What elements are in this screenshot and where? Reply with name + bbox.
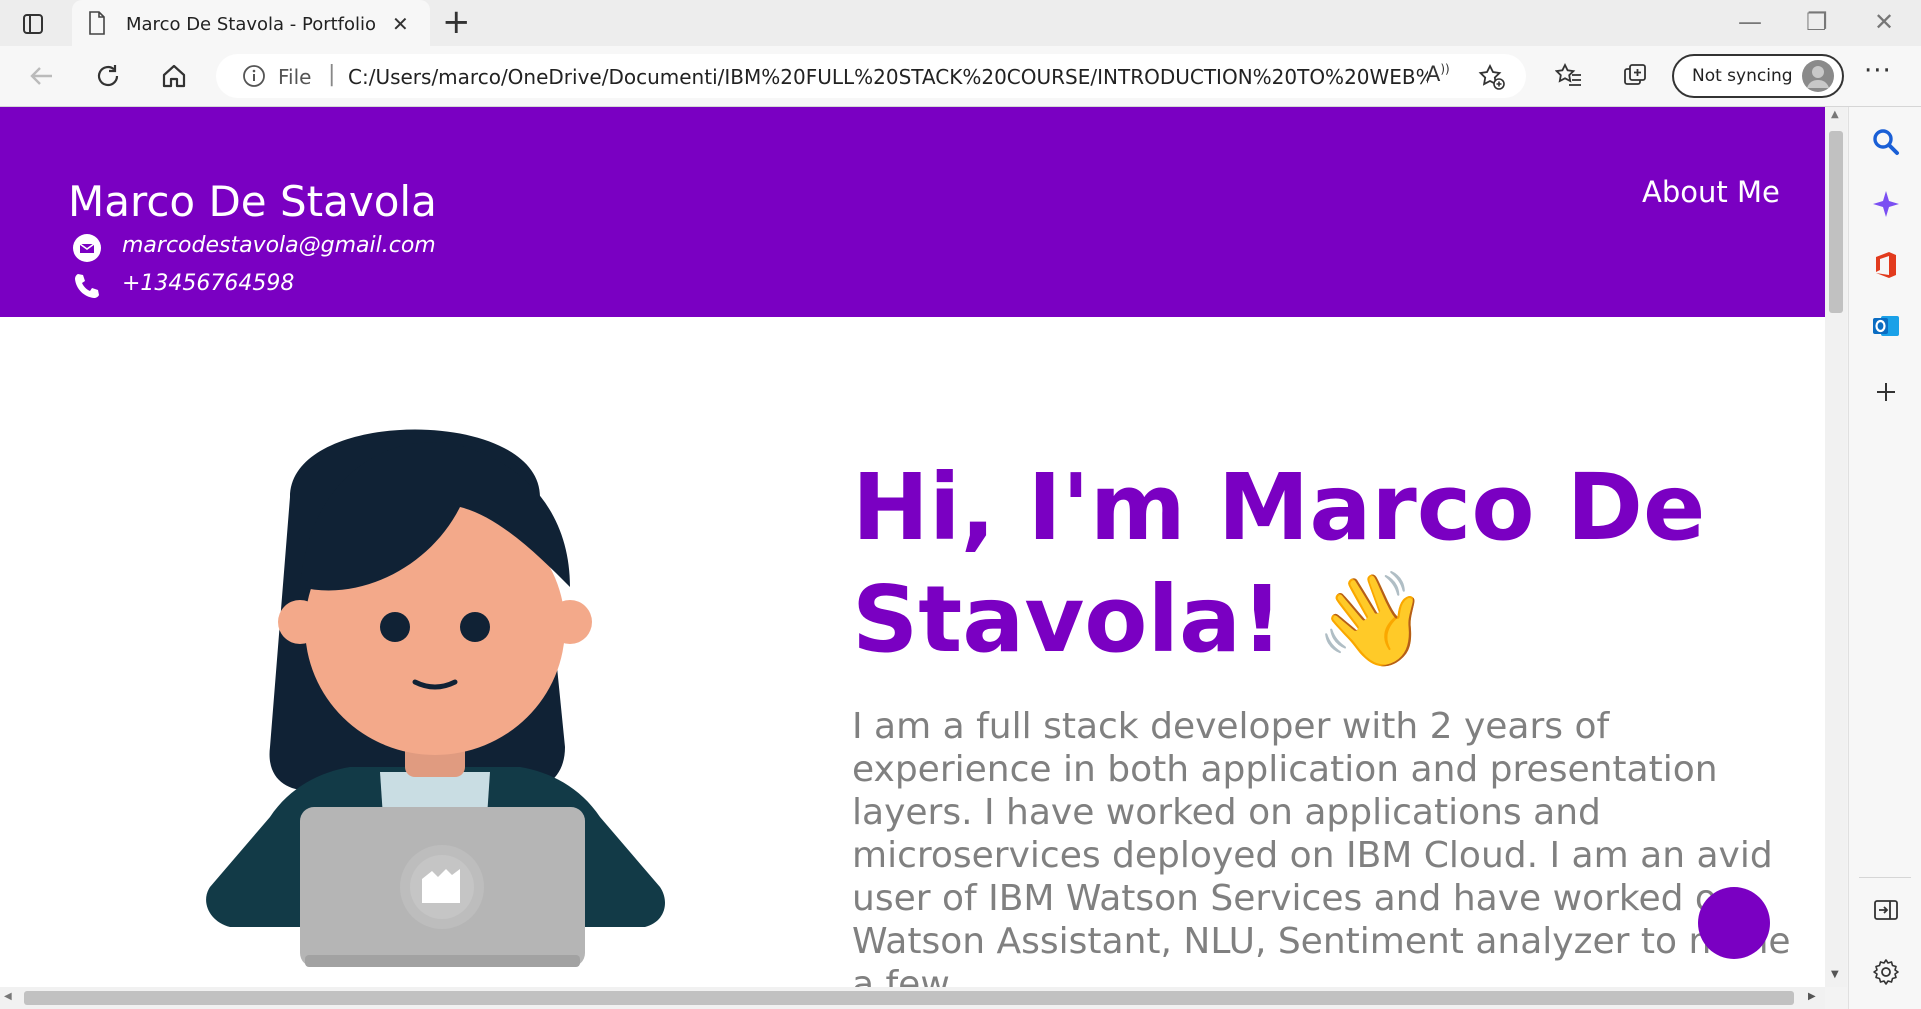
scroll-right-icon[interactable]: ▶ — [1808, 991, 1816, 1002]
sidebar-divider — [1859, 877, 1911, 878]
settings-icon[interactable] — [1871, 957, 1901, 987]
scroll-down-icon[interactable]: ▼ — [1831, 969, 1839, 980]
address-bar[interactable]: File | C:/Users/marco/OneDrive/Documenti… — [216, 54, 1526, 98]
email-icon — [72, 233, 102, 267]
profile-sync-button[interactable]: Not syncing — [1672, 54, 1844, 98]
hero-description: I am a full stack developer with 2 years… — [852, 706, 1791, 987]
horizontal-scroll-thumb[interactable] — [24, 991, 1794, 1005]
page-icon — [88, 11, 106, 39]
tab-title: Marco De Stavola - Portfolio — [126, 14, 377, 35]
browser-tab[interactable]: Marco De Stavola - Portfolio ✕ — [72, 0, 430, 46]
site-name: Marco De Stavola — [68, 177, 437, 226]
collections-icon[interactable] — [1622, 62, 1650, 90]
scroll-up-icon[interactable]: ▲ — [1831, 109, 1839, 120]
tab-actions-icon[interactable] — [22, 13, 44, 39]
hero-title: Hi, I'm Marco De Stavola! 👋 — [852, 454, 1706, 673]
info-icon[interactable] — [242, 64, 266, 92]
sync-label: Not syncing — [1692, 66, 1793, 86]
address-url[interactable]: C:/Users/marco/OneDrive/Documenti/IBM%20… — [348, 65, 1428, 89]
page-viewport: Marco De Stavola marcodestavola@gmail.co… — [0, 107, 1825, 987]
avatar — [1802, 60, 1834, 92]
contact-email: marcodestavola@gmail.com — [122, 233, 436, 258]
home-icon[interactable] — [160, 62, 188, 90]
back-icon[interactable] — [28, 62, 56, 90]
vertical-scroll-thumb[interactable] — [1829, 131, 1843, 313]
developer-illustration — [200, 387, 680, 971]
phone-icon — [72, 271, 102, 305]
copilot-icon[interactable] — [1871, 189, 1901, 219]
floating-action-button[interactable] — [1698, 887, 1770, 959]
minimize-icon[interactable]: — — [1738, 8, 1762, 36]
tab-strip: Marco De Stavola - Portfolio ✕ + — ❐ ✕ — [0, 0, 1921, 46]
search-icon[interactable] — [1871, 127, 1901, 157]
scroll-left-icon[interactable]: ◀ — [4, 991, 12, 1002]
refresh-icon[interactable] — [94, 62, 122, 90]
favorites-icon[interactable] — [1554, 62, 1583, 90]
address-separator: | — [328, 62, 336, 87]
add-icon[interactable] — [1871, 377, 1901, 407]
site-header: Marco De Stavola marcodestavola@gmail.co… — [0, 107, 1825, 317]
browser-sidebar — [1848, 107, 1921, 1009]
horizontal-scrollbar[interactable]: ◀ ▶ — [0, 987, 1825, 1009]
read-aloud-icon[interactable]: A)) — [1426, 62, 1450, 86]
new-tab-icon[interactable]: + — [442, 4, 471, 40]
vertical-scrollbar[interactable]: ▲ ▼ — [1825, 107, 1847, 987]
office-icon[interactable] — [1871, 250, 1901, 280]
outlook-icon[interactable] — [1871, 311, 1901, 341]
contact-phone: +13456764598 — [122, 271, 295, 296]
restore-icon[interactable]: ❐ — [1806, 8, 1828, 36]
address-scheme: File — [278, 65, 312, 89]
sidebar-toggle-icon[interactable] — [1871, 895, 1901, 925]
more-menu-icon[interactable]: ··· — [1864, 56, 1892, 86]
browser-toolbar: File | C:/Users/marco/OneDrive/Documenti… — [0, 46, 1921, 107]
nav-about-me-link[interactable]: About Me — [1642, 175, 1780, 209]
close-window-icon[interactable]: ✕ — [1874, 8, 1894, 36]
close-tab-icon[interactable]: ✕ — [392, 12, 409, 36]
add-favorite-icon[interactable] — [1478, 63, 1506, 95]
